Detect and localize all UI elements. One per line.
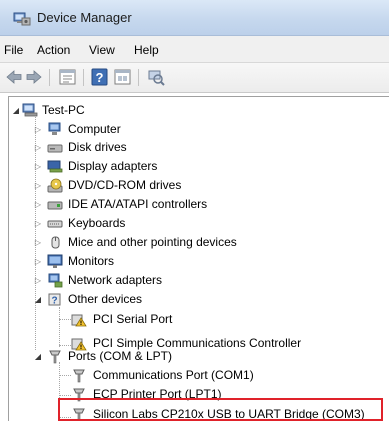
- expand-arrow-icon[interactable]: ▷: [33, 214, 43, 233]
- tree-item[interactable]: ▷ Display adapters: [9, 157, 379, 176]
- tree-child-item[interactable]: Communications Port (COM1): [9, 366, 379, 385]
- tree-item[interactable]: ▷ Disk drives: [9, 138, 379, 157]
- tree-item-label: Ports (COM & LPT): [68, 349, 173, 363]
- mouse-icon: [51, 236, 60, 249]
- port-icon: [49, 350, 61, 364]
- device-tree[interactable]: ◢ Test-PC ▷ Computer ▷ Disk drives ▷ Dis…: [8, 96, 389, 421]
- tree-root-label: Test-PC: [42, 103, 85, 117]
- tree-item-label: Monitors: [68, 254, 115, 268]
- view-icon[interactable]: [113, 68, 133, 86]
- disk-drive-icon: [47, 144, 63, 153]
- warning-device-icon: [71, 314, 87, 327]
- window-title: Device Manager: [37, 10, 132, 25]
- tree-item-label: PCI Serial Port: [93, 312, 173, 326]
- expand-arrow-icon[interactable]: ▷: [33, 252, 43, 271]
- properties-icon[interactable]: [58, 68, 78, 86]
- forward-icon[interactable]: [24, 68, 44, 86]
- tree-item-label: Keyboards: [68, 216, 126, 230]
- keyboard-icon: [47, 220, 63, 228]
- toolbar-separator: [83, 69, 84, 86]
- tree-item-label: DVD/CD-ROM drives: [68, 178, 182, 192]
- tree-root[interactable]: ◢ Test-PC: [9, 101, 379, 120]
- title-bar[interactable]: Device Manager: [0, 0, 389, 36]
- menu-help[interactable]: Help: [134, 43, 159, 57]
- toolbar-separator: [49, 69, 50, 86]
- menu-file[interactable]: File: [4, 43, 23, 57]
- ide-controller-icon: [47, 201, 63, 210]
- network-adapter-icon: [48, 273, 63, 288]
- highlight-box: [58, 398, 383, 421]
- expand-arrow-icon[interactable]: ▷: [33, 271, 43, 290]
- tree-item-label: Disk drives: [68, 140, 127, 154]
- toolbar: ?: [0, 63, 389, 93]
- menu-view[interactable]: View: [89, 43, 115, 57]
- tree-item-label: IDE ATA/ATAPI controllers: [68, 197, 208, 211]
- computer-icon: [48, 122, 61, 135]
- scan-icon[interactable]: [146, 68, 166, 86]
- tree-child-item[interactable]: PCI Serial Port: [9, 310, 379, 329]
- other-devices-icon: ?: [48, 293, 61, 307]
- collapse-arrow-icon[interactable]: ◢: [11, 101, 21, 120]
- expand-arrow-icon[interactable]: ▷: [33, 233, 43, 252]
- dvd-drive-icon: [47, 178, 63, 193]
- expand-arrow-icon[interactable]: ▷: [33, 138, 43, 157]
- tree-item-label: Network adapters: [68, 273, 163, 287]
- collapse-arrow-icon[interactable]: ◢: [33, 347, 43, 366]
- tree-item[interactable]: ▷ Mice and other pointing devices: [9, 233, 379, 252]
- device-manager-icon: [13, 12, 31, 26]
- expand-arrow-icon[interactable]: ▷: [33, 195, 43, 214]
- port-icon: [73, 369, 85, 383]
- toolbar-separator: [138, 69, 139, 86]
- display-adapter-icon: [47, 160, 63, 173]
- tree-item-label: Computer: [68, 122, 121, 136]
- tree-item[interactable]: ▷ IDE ATA/ATAPI controllers: [9, 195, 379, 214]
- collapse-arrow-icon[interactable]: ◢: [33, 290, 43, 309]
- help-icon[interactable]: ?: [90, 68, 110, 86]
- tree-item-label: Communications Port (COM1): [93, 368, 254, 382]
- tree-item[interactable]: ◢ ? Other devices: [9, 290, 379, 309]
- menu-action[interactable]: Action: [37, 43, 70, 57]
- expand-arrow-icon[interactable]: ▷: [33, 157, 43, 176]
- expand-arrow-icon[interactable]: ▷: [33, 120, 43, 139]
- expand-arrow-icon[interactable]: ▷: [33, 176, 43, 195]
- tree-item-label: Mice and other pointing devices: [68, 235, 237, 249]
- tree-item-label: Display adapters: [68, 159, 158, 173]
- svg-text:?: ?: [51, 296, 57, 307]
- tree-item[interactable]: ◢ Ports (COM & LPT): [9, 347, 379, 366]
- tree-item[interactable]: ▷ Keyboards: [9, 214, 379, 233]
- tree-item[interactable]: ▷ DVD/CD-ROM drives: [9, 176, 379, 195]
- tree-item-label: Other devices: [68, 292, 143, 306]
- tree-item[interactable]: ▷ Network adapters: [9, 271, 379, 290]
- computer-root-icon: [22, 103, 38, 117]
- menu-bar: File Action View Help: [0, 36, 389, 63]
- tree-item[interactable]: ▷ Computer: [9, 120, 379, 139]
- back-icon[interactable]: [4, 68, 24, 86]
- svg-text:?: ?: [96, 70, 104, 85]
- tree-item[interactable]: ▷ Monitors: [9, 252, 379, 271]
- monitor-icon: [47, 254, 63, 268]
